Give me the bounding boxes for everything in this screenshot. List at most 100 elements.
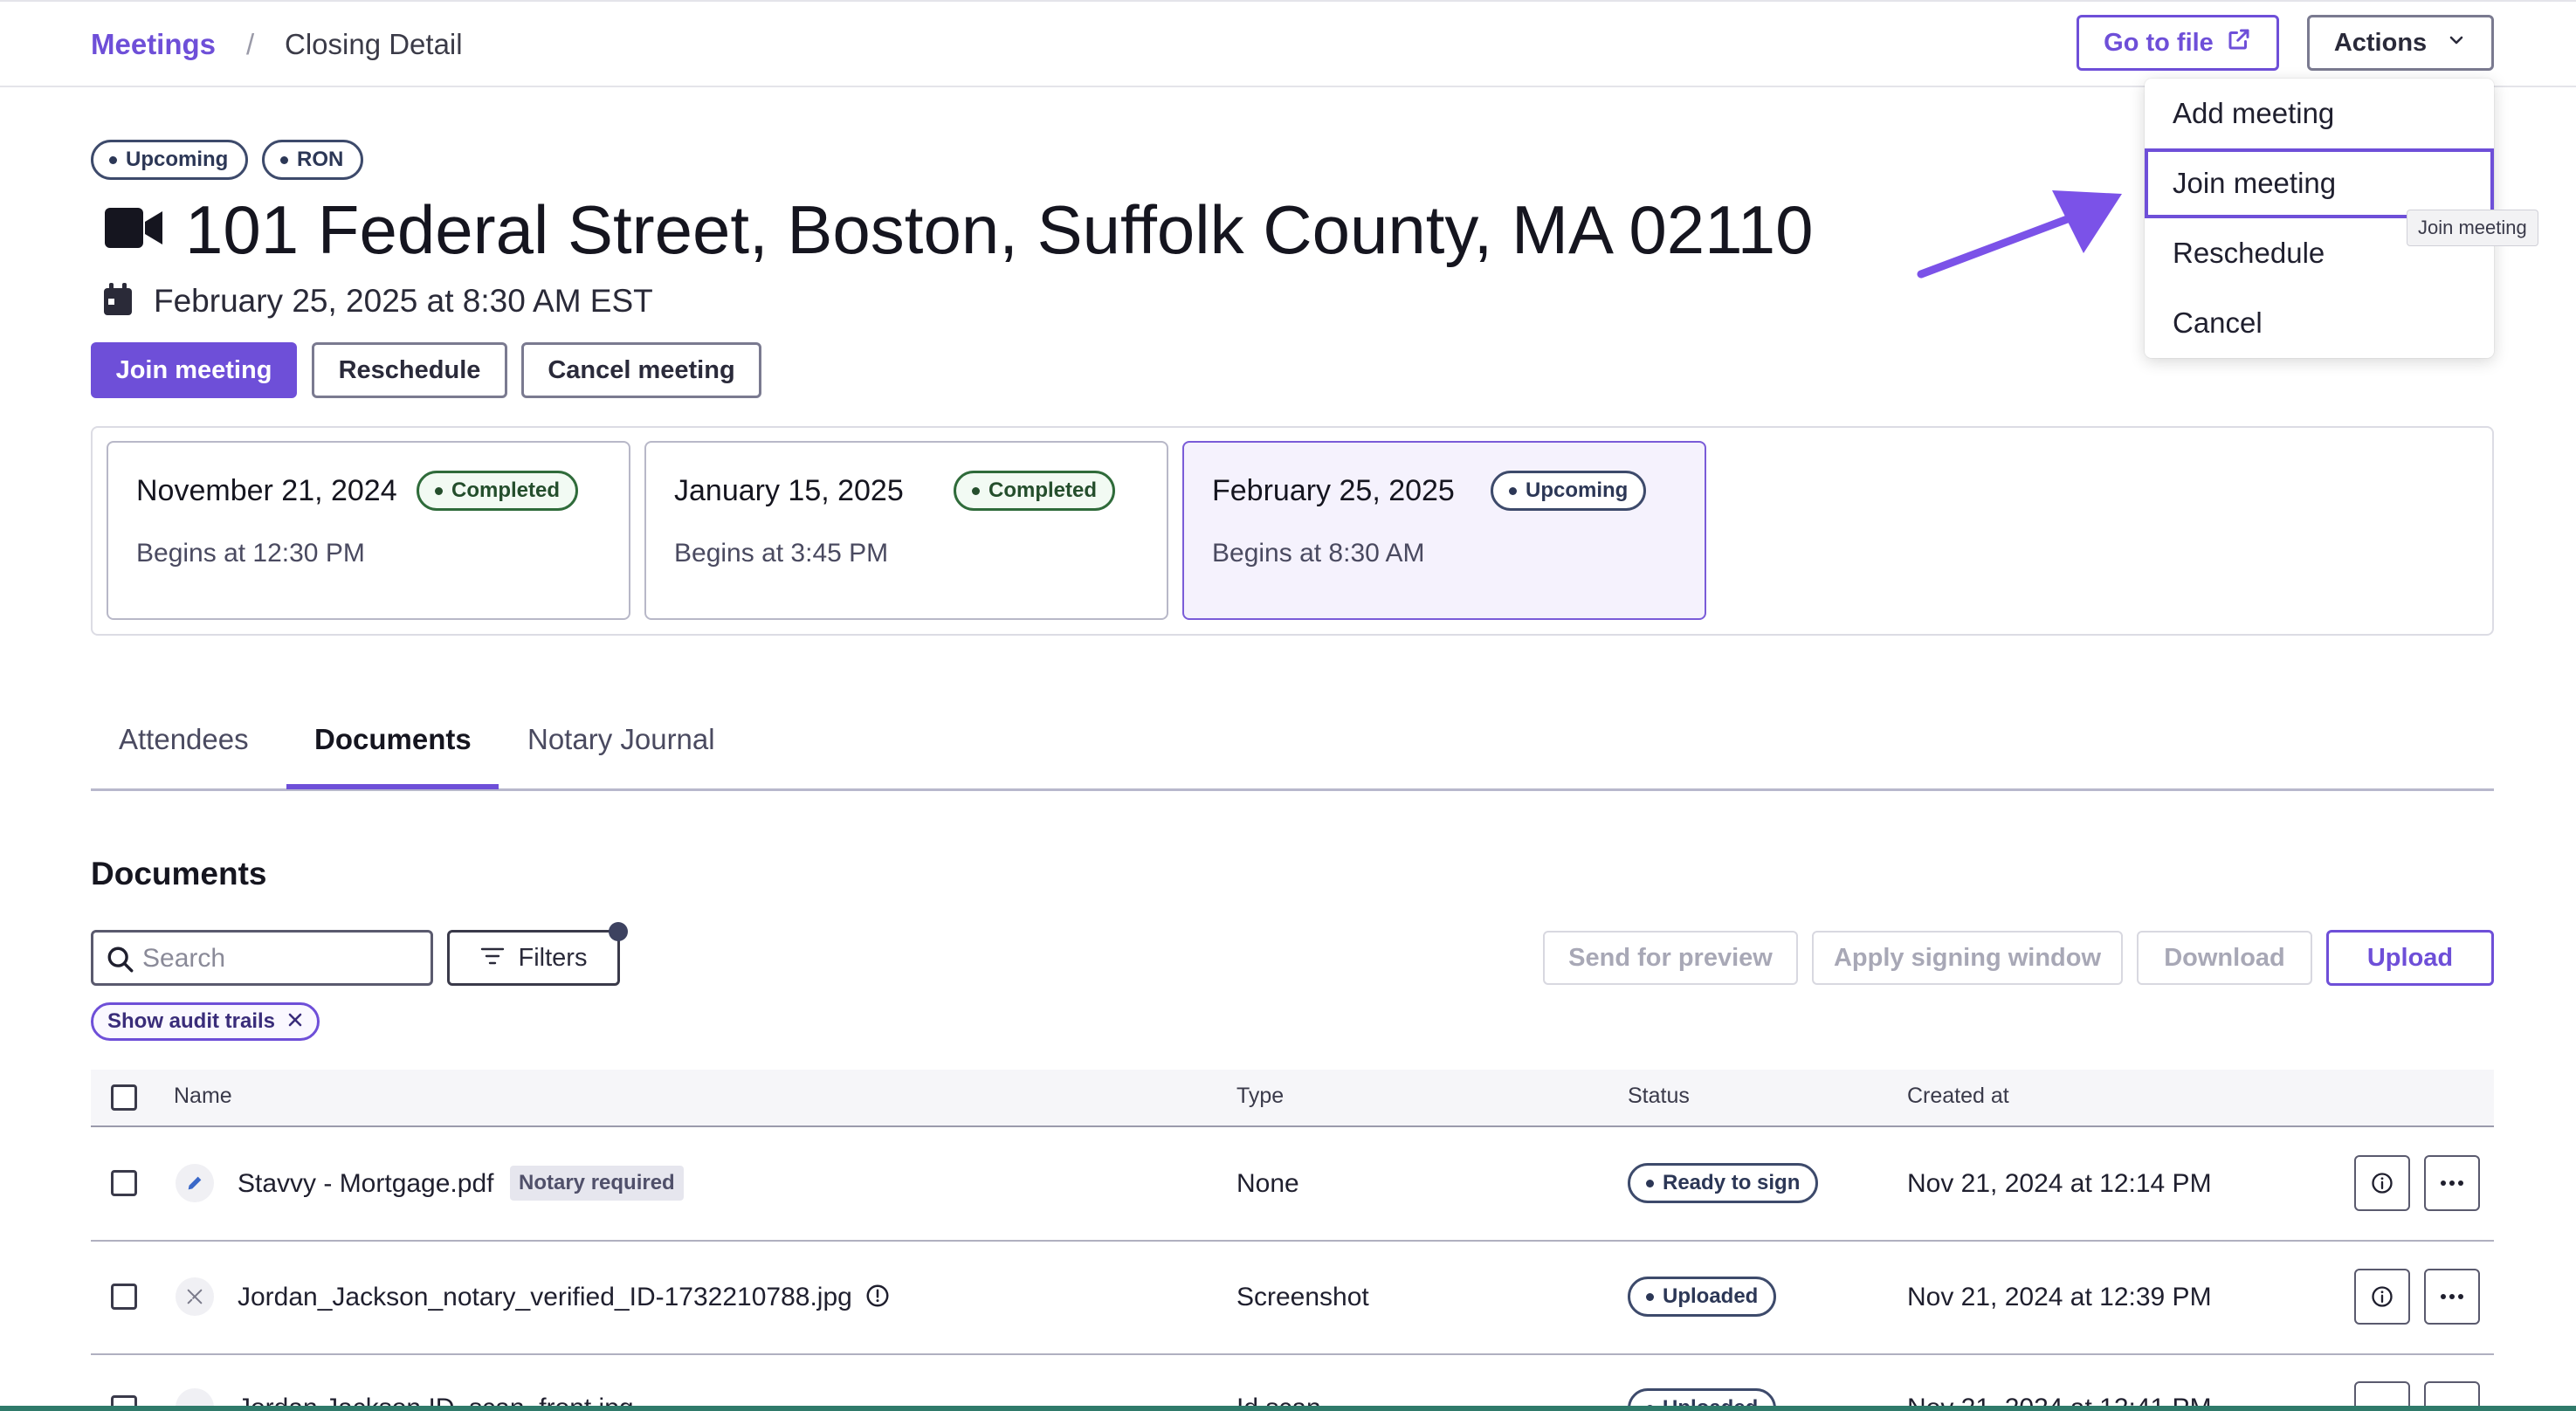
ron-badge-label: RON	[297, 148, 344, 171]
document-type: None	[1236, 1169, 1299, 1198]
status-dot	[435, 486, 443, 495]
search-icon	[106, 945, 135, 979]
menu-item-add-meeting[interactable]: Add meeting	[2145, 79, 2494, 148]
warning-info-icon[interactable]	[864, 1283, 891, 1313]
join-meeting-tooltip: Join meeting	[2407, 210, 2538, 246]
status-dot	[1646, 1179, 1654, 1187]
timeline-card[interactable]: January 15, 2025 Completed Begins at 3:4…	[644, 441, 1168, 620]
timeline-card-selected[interactable]: February 25, 2025 Upcoming Begins at 8:3…	[1182, 441, 1706, 620]
timeline-status: Completed	[451, 478, 561, 502]
row-checkbox[interactable]	[111, 1395, 137, 1406]
timeline-status: Upcoming	[1526, 478, 1629, 502]
cancel-meeting-button[interactable]: Cancel meeting	[521, 342, 761, 398]
window-bottom-edge	[0, 1406, 2576, 1411]
upload-button[interactable]: Upload	[2326, 930, 2494, 986]
row-divider	[91, 1240, 2494, 1242]
calendar-icon	[103, 283, 133, 320]
document-status: Uploaded	[1663, 1284, 1759, 1308]
active-tab-indicator	[286, 784, 499, 789]
tab-attendees[interactable]: Attendees	[119, 723, 249, 756]
upcoming-badge: Upcoming	[1491, 471, 1647, 511]
pencil-icon	[176, 1164, 214, 1202]
external-link-icon	[2226, 26, 2252, 59]
table-header	[91, 1070, 2494, 1127]
actions-button[interactable]: Actions	[2307, 15, 2494, 71]
meeting-datetime: February 25, 2025 at 8:30 AM EST	[154, 283, 653, 319]
more-options-icon[interactable]	[2424, 1155, 2480, 1211]
document-created: Nov 21, 2024 at 12:14 PM	[1907, 1169, 2212, 1198]
status-dot	[1646, 1292, 1654, 1301]
upcoming-badge-label: Upcoming	[126, 148, 229, 171]
row-checkbox[interactable]	[111, 1284, 137, 1310]
timeline-date: November 21, 2024	[136, 474, 397, 507]
ron-badge: RON	[262, 140, 364, 180]
uploaded-badge: Uploaded	[1628, 1388, 1777, 1406]
timeline-date: February 25, 2025	[1212, 474, 1455, 507]
document-status: Uploaded	[1663, 1396, 1758, 1406]
timeline-date: January 15, 2025	[674, 474, 904, 507]
upcoming-badge: Upcoming	[91, 140, 249, 180]
document-created: Nov 21, 2024 at 12:41 PM	[1907, 1394, 2212, 1406]
timeline-card[interactable]: November 21, 2024 Completed Begins at 12…	[107, 441, 630, 620]
info-button[interactable]	[2354, 1381, 2410, 1406]
status-dot	[280, 155, 288, 164]
document-name[interactable]: Jordan Jackson ID_scan_front.jpg	[238, 1394, 634, 1406]
menu-item-join-meeting[interactable]: Join meeting	[2145, 148, 2494, 218]
audit-trails-chip-label: Show audit trails	[107, 1009, 276, 1033]
menu-item-cancel[interactable]: Cancel	[2145, 288, 2494, 358]
apply-signing-window-button[interactable]: Apply signing window	[1812, 931, 2123, 985]
filter-indicator-dot	[609, 922, 628, 941]
download-button[interactable]: Download	[2137, 931, 2312, 985]
filters-label: Filters	[518, 943, 588, 972]
uploaded-badge: Uploaded	[1628, 1277, 1777, 1317]
column-header-name[interactable]: Name	[174, 1084, 232, 1109]
search-field[interactable]	[91, 930, 433, 986]
ready-to-sign-badge: Ready to sign	[1628, 1163, 1819, 1203]
chevron-down-icon	[2446, 29, 2467, 58]
image-broken-icon	[176, 1277, 214, 1316]
completed-badge: Completed	[954, 471, 1116, 511]
breadcrumb-meetings-link[interactable]: Meetings	[91, 28, 216, 61]
timeline-status: Completed	[988, 478, 1098, 502]
document-status: Ready to sign	[1663, 1171, 1801, 1194]
tab-documents[interactable]: Documents	[314, 723, 472, 756]
status-dot	[109, 155, 117, 164]
timeline-begins: Begins at 3:45 PM	[674, 539, 889, 568]
detail-tabs: Attendees Documents Notary Journal	[91, 707, 2494, 791]
breadcrumb-current: Closing Detail	[285, 28, 463, 60]
timeline-begins: Begins at 12:30 PM	[136, 539, 365, 568]
video-camera-icon	[105, 206, 162, 254]
column-header-type[interactable]: Type	[1236, 1084, 1284, 1109]
search-input[interactable]	[142, 940, 422, 978]
reschedule-button[interactable]: Reschedule	[312, 342, 507, 398]
completed-badge: Completed	[417, 471, 579, 511]
status-dot	[972, 486, 980, 495]
actions-label: Actions	[2333, 28, 2428, 57]
row-checkbox[interactable]	[111, 1170, 137, 1196]
send-for-preview-button[interactable]: Send for preview	[1543, 931, 1798, 985]
document-name[interactable]: Jordan_Jackson_notary_verified_ID-173221…	[238, 1283, 852, 1312]
go-to-file-button[interactable]: Go to file	[2077, 15, 2279, 71]
more-options-icon[interactable]	[2424, 1269, 2480, 1325]
select-all-checkbox[interactable]	[111, 1084, 137, 1111]
audit-trails-chip[interactable]: Show audit trails	[91, 1002, 320, 1041]
close-icon[interactable]	[287, 1009, 303, 1034]
go-to-file-label: Go to file	[2104, 28, 2214, 57]
timeline-begins: Begins at 8:30 AM	[1212, 539, 1425, 568]
document-created: Nov 21, 2024 at 12:39 PM	[1907, 1283, 2212, 1311]
documents-heading: Documents	[91, 856, 267, 891]
document-type: Id scan	[1236, 1394, 1321, 1406]
person-icon	[176, 1388, 214, 1406]
status-dot	[1509, 486, 1517, 495]
column-header-status[interactable]: Status	[1628, 1084, 1690, 1109]
filters-button[interactable]: Filters	[447, 930, 620, 986]
info-button[interactable]	[2354, 1269, 2410, 1325]
info-button[interactable]	[2354, 1155, 2410, 1211]
more-options-icon[interactable]	[2424, 1381, 2480, 1406]
pointer-arrow-icon	[1912, 183, 2122, 293]
page-title: 101 Federal Street, Boston, Suffolk Coun…	[185, 191, 1814, 268]
tab-notary-journal[interactable]: Notary Journal	[527, 723, 715, 756]
join-meeting-button[interactable]: Join meeting	[91, 342, 297, 398]
column-header-created[interactable]: Created at	[1907, 1084, 2009, 1109]
document-name[interactable]: Stavvy - Mortgage.pdf	[238, 1169, 493, 1199]
